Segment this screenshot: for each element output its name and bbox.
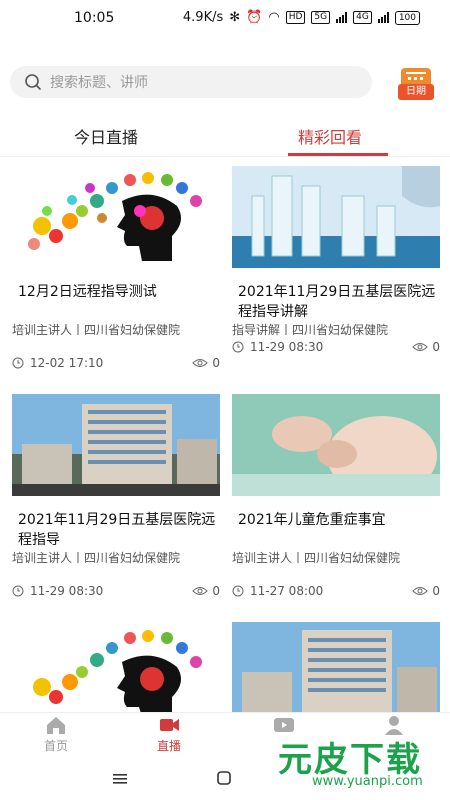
wifi-icon: ◠ [268,10,280,25]
clock-icon [12,585,24,597]
card-meta: 培训主讲人丨四川省妇幼保健院 [12,551,181,565]
card-thumbnail-hospital[interactable] [232,622,440,712]
watermark-logo: 元皮下载 www.yuanpi.com [272,730,448,790]
status-time: 10:05 [74,10,115,26]
search-bar[interactable]: 搜索标题、讲师 [10,66,372,98]
card-time-text: 11-29 08:30 [250,340,324,354]
card-thumbnail-lab [232,166,440,268]
status-bar: 10:05 4.9K/s ✻ ⏰ ◠ HD 5G 4G 100 [0,0,450,40]
video-camera-icon [160,719,179,731]
card-views: 0 [412,584,440,598]
watermark-url: www.yuanpi.com [312,774,423,789]
network-speed: 4.9K/s [182,10,224,25]
clock-icon [232,585,244,597]
status-icons: 4.9K/s ✻ ⏰ ◠ HD 5G 4G 100 [183,10,420,25]
tab-bar: 今日直播 精彩回看 [0,112,450,157]
card-title: 2021年儿童危重症事宜 [238,512,386,528]
card-views-count: 0 [212,356,220,370]
calendar-label: 日期 [398,84,434,100]
home-square-icon[interactable] [216,770,232,786]
video-card[interactable]: 2021年11月29日五基层医院远程指导讲解 指导讲解丨四川省妇幼保健院 11-… [232,166,440,376]
video-card[interactable]: 2021年儿童危重症事宜 培训主讲人丨四川省妇幼保健院 11-27 08:00 … [232,394,440,604]
card-meta: 培训主讲人丨四川省妇幼保健院 [232,551,401,565]
card-thumbnail-brain [12,166,220,268]
card-views-count: 0 [432,584,440,598]
card-title: 2021年11月29日五基层医院远程指导讲解 [238,284,436,320]
alarm-icon: ⏰ [246,10,263,25]
card-views: 0 [412,340,440,354]
eye-icon [412,343,429,351]
card-time: 11-27 08:00 [232,584,323,598]
nav-home[interactable]: 首页 [26,715,86,754]
card-title: 2021年11月29日五基层医院远程指导 [18,512,216,548]
card-meta: 指导讲解丨四川省妇幼保健院 [232,323,389,337]
bluetooth-icon: ✻ [229,10,241,25]
network-4g-badge: 4G [353,11,372,24]
card-views: 0 [192,356,220,370]
card-thumbnail-brain[interactable] [12,622,220,712]
signal-icon [336,12,348,23]
card-views-count: 0 [432,340,440,354]
search-icon [25,74,41,90]
card-views: 0 [192,584,220,598]
card-time: 12-02 17:10 [12,356,103,370]
search-placeholder[interactable]: 搜索标题、讲师 [50,72,148,92]
signal-icon-2 [377,12,389,23]
battery-icon: 100 [394,10,420,25]
calendar-button[interactable]: 日期 [398,66,434,100]
card-views-count: 0 [212,584,220,598]
nav-live[interactable]: 直播 [139,715,199,754]
active-tab-indicator [288,153,388,156]
card-time-text: 11-29 08:30 [30,584,104,598]
card-time-text: 12-02 17:10 [30,356,104,370]
card-time-text: 11-27 08:00 [250,584,324,598]
card-thumbnail-hospital [12,394,220,496]
tab-today-live[interactable]: 今日直播 [74,124,138,148]
nav-home-label: 首页 [43,739,68,753]
eye-icon [192,359,209,367]
video-card[interactable]: 2021年11月29日五基层医院远程指导 培训主讲人丨四川省妇幼保健院 11-2… [12,394,220,604]
eye-icon [192,587,209,595]
card-time: 11-29 08:30 [12,584,103,598]
hd-badge: HD [285,11,306,24]
nav-live-label: 直播 [156,739,181,753]
tab-replay[interactable]: 精彩回看 [298,124,362,148]
card-title: 12月2日远程指导测试 [18,284,157,300]
network-5g-badge: 5G [311,11,331,24]
clock-icon [12,357,24,369]
home-icon [47,717,65,734]
card-meta: 培训主讲人丨四川省妇幼保健院 [12,323,181,337]
card-thumbnail-baby [232,394,440,496]
clock-icon [232,341,244,353]
video-card[interactable]: 12月2日远程指导测试 培训主讲人丨四川省妇幼保健院 12-02 17:10 0 [12,166,220,376]
eye-icon [412,587,429,595]
card-time: 11-29 08:30 [232,340,323,354]
menu-icon[interactable] [112,772,128,786]
